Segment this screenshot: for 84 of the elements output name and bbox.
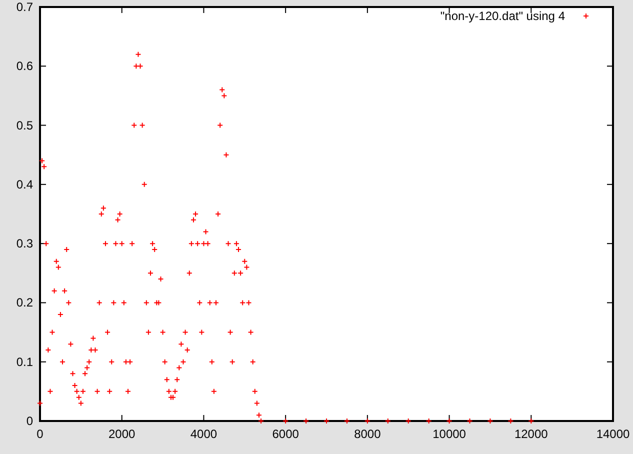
data-point: [158, 276, 164, 282]
data-point: [508, 418, 514, 424]
data-point: [57, 312, 64, 318]
data-point: [106, 388, 113, 394]
data-point: [186, 270, 192, 276]
data-point: [344, 418, 350, 424]
data-point: [303, 418, 310, 424]
data-point: [51, 288, 58, 294]
data-point: [487, 418, 494, 424]
data-point: [324, 418, 330, 424]
data-point: [129, 240, 136, 247]
y-tick-label: 0: [26, 414, 33, 428]
data-point: [196, 300, 203, 306]
data-point: [202, 228, 209, 235]
data-point: [162, 358, 168, 365]
x-tick-label: 8000: [354, 427, 381, 441]
data-point: [145, 329, 152, 336]
y-tick-label: 0.5: [16, 118, 33, 132]
data-point: [60, 358, 66, 365]
data-point: [94, 388, 100, 394]
data-point: [102, 240, 108, 247]
data-point: [49, 329, 56, 336]
data-point: [254, 400, 260, 406]
data-point: [135, 51, 142, 58]
data-point: [96, 300, 102, 306]
data-point: [364, 418, 370, 424]
data-point: [446, 418, 452, 424]
data-point: [229, 358, 236, 365]
data-point: [215, 211, 222, 217]
y-tick-label: 0.3: [16, 236, 33, 251]
data-point: [143, 300, 150, 306]
x-tick-label: 12000: [514, 427, 548, 441]
data-point: [282, 418, 289, 424]
data-point: [227, 329, 234, 336]
data-point: [141, 181, 148, 188]
x-tick-label: 2000: [108, 427, 136, 441]
data-point: [160, 329, 166, 336]
data-point: [68, 341, 74, 348]
data-point: [43, 240, 50, 247]
data-point: [426, 418, 432, 424]
data-point: [45, 347, 52, 354]
data-point: [248, 329, 254, 336]
data-point: [104, 329, 111, 336]
y-tick-label: 0.6: [16, 59, 33, 74]
data-point: [108, 358, 115, 365]
data-point: [110, 300, 117, 306]
data-point: [66, 300, 72, 306]
data-point: [139, 122, 146, 128]
legend-label: "non-y-120.dat" using 4: [440, 9, 565, 23]
data-point: [250, 358, 256, 365]
x-tick-label: 14000: [596, 427, 630, 441]
data-point: [405, 418, 412, 424]
data-point: [47, 388, 54, 394]
data-point: [37, 400, 43, 406]
data-point: [198, 329, 205, 336]
y-tick-label: 0.7: [16, 0, 33, 14]
data-point: [210, 388, 217, 394]
data-point: [466, 418, 473, 424]
data-point: [120, 300, 127, 306]
x-tick-label: 10000: [432, 427, 466, 441]
data-point: [384, 418, 391, 424]
data-point: [252, 388, 258, 394]
data-point: [164, 376, 170, 383]
data-point: [223, 152, 230, 158]
data-point: [182, 329, 188, 336]
y-tick-label: 0.4: [16, 177, 33, 192]
data-point: [174, 376, 180, 383]
y-tick-label: 0.2: [16, 296, 33, 310]
data-point: [217, 122, 224, 128]
data-point: [62, 288, 68, 294]
x-tick-label: 4000: [190, 427, 218, 441]
data-point: [148, 270, 154, 276]
data-point: [90, 335, 96, 342]
data-point: [64, 246, 70, 252]
data-point: [225, 240, 232, 247]
y-tick-label: 0.1: [16, 354, 33, 369]
data-point: [125, 388, 131, 394]
x-tick-label: 0: [36, 427, 44, 441]
data-point: [131, 122, 138, 128]
legend-marker-icon: [583, 13, 589, 19]
x-tick-label: 6000: [272, 427, 299, 441]
data-point: [70, 370, 76, 377]
data-point: [208, 358, 215, 365]
data-point: [528, 418, 534, 424]
